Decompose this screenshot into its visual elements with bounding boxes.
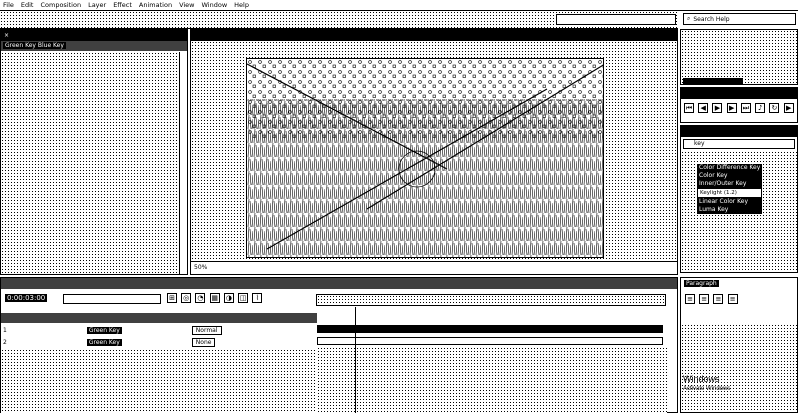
time-ruler[interactable] [316,294,666,306]
layer-name[interactable]: Green Key [86,338,122,346]
layer-columns-header [1,313,317,323]
layer-tracks [317,307,667,413]
menu-help[interactable]: Help [234,1,249,9]
footage-preview[interactable] [246,58,604,258]
preview-panel-tab[interactable] [681,88,797,99]
prev-frame-icon[interactable]: ◀ [698,103,709,113]
first-frame-icon[interactable]: ⏮ [684,103,694,113]
timeline-search-input[interactable] [63,294,161,304]
timeline-panel: 0:00:03:00 ⊞ ◎ ◔ ▦ ◑ ◫ ⌇ 1 Green Key Nor… [0,277,678,413]
paragraph-panel: Paragraph ≡ ≡ ≡ ≡ Windows Activate Windo… [680,277,798,413]
timecode[interactable]: 0:00:03:00 [5,294,48,302]
layer-list: 1 Green Key Normal 2 Green Key None [1,313,317,413]
zoom-level[interactable]: 50% [194,264,207,271]
project-panel-tab[interactable]: × [1,30,187,41]
paragraph-align-controls: ≡ ≡ ≡ ≡ [685,294,740,304]
layer-mode[interactable]: Normal [191,325,222,335]
frame-blending-icon[interactable]: ▦ [209,293,220,303]
menu-bar: File Edit Composition Layer Effect Anima… [0,0,798,11]
close-icon[interactable]: × [4,32,9,39]
menu-edit[interactable]: Edit [21,1,34,9]
menu-composition[interactable]: Composition [40,1,81,9]
effects-items: Color Difference Key Color Key Inner/Out… [697,164,763,214]
layer-mode[interactable]: None [191,337,216,347]
timeline-switches: ⊞ ◎ ◔ ▦ ◑ ◫ ⌇ [167,293,264,303]
brainstorm-icon[interactable]: ◫ [238,293,249,303]
motion-blur-icon[interactable]: ◑ [223,293,234,303]
activate-windows-subtitle: Activate Windows [683,386,731,392]
search-help-input[interactable]: ⌕ Search Help [683,13,796,25]
effects-search-value: key [694,140,705,147]
last-frame-icon[interactable]: ⏭ [740,103,751,113]
project-content [1,52,187,274]
align-left-icon[interactable]: ≡ [685,294,695,304]
timeline-panel-tab[interactable] [1,278,677,289]
current-time-indicator[interactable] [355,307,356,413]
info-panel [680,29,798,85]
composition-panel: 50% [190,29,678,275]
next-frame-icon[interactable]: ▶ [726,103,737,113]
effect-item-selected[interactable]: Keylight (1.2) [697,188,763,198]
grass-footage-image [247,59,603,257]
effect-item[interactable]: Linear Color Key [697,198,763,206]
timeline-header: 0:00:03:00 ⊞ ◎ ◔ ▦ ◑ ◫ ⌇ [1,289,677,313]
layer-name[interactable]: Green Key [86,326,122,334]
project-item[interactable]: Green Key Blue Key [3,42,66,49]
effect-item[interactable]: Luma Key [697,206,763,214]
search-icon: ⌕ [687,15,691,22]
menu-file[interactable]: File [3,1,14,9]
align-right-icon[interactable]: ≡ [713,294,724,304]
paragraph-panel-tab[interactable]: Paragraph [681,278,797,289]
play-icon[interactable]: ▶ [712,103,723,113]
project-panel: × Green Key Blue Key [0,29,188,275]
info-highlight [683,78,743,84]
effect-item[interactable]: Color Difference Key [697,164,763,172]
preview-controls: ⏮ ◀ ▶ ▶ ⏭ ♪ ↻ ▶ [684,103,796,113]
layer-bar[interactable] [317,325,663,333]
layer-row[interactable]: 1 Green Key Normal [1,325,317,335]
menu-layer[interactable]: Layer [88,1,106,9]
align-center-icon[interactable]: ≡ [699,294,710,304]
effects-search-input[interactable]: key [683,139,795,149]
effect-item[interactable]: Color Key [697,172,763,180]
preview-panel: ⏮ ◀ ▶ ▶ ⏭ ♪ ↻ ▶ [680,87,798,123]
menu-window[interactable]: Window [202,1,228,9]
menu-view[interactable]: View [179,1,194,9]
layer-bar[interactable] [317,337,663,345]
justify-icon[interactable]: ≡ [727,294,738,304]
menu-effect[interactable]: Effect [113,1,132,9]
tools-toolbar [0,11,678,29]
info-panel-body [681,30,797,84]
project-scrollbar[interactable] [179,52,187,274]
workspace-selector[interactable] [556,14,676,25]
layer-number: 1 [3,326,7,334]
graph-editor-icon[interactable]: ⌇ [252,293,263,303]
ram-preview-icon[interactable]: ▶ [783,103,794,113]
paragraph-panel-body [681,324,797,412]
composition-footer-bar: 50% [191,261,677,274]
tracks-empty [317,347,667,413]
effect-item[interactable]: Inner/Outer Key [697,180,763,188]
layer-number: 2 [3,338,7,346]
composition-panel-tab[interactable] [191,30,677,41]
activate-windows-title: Windows [683,374,720,384]
layer-list-empty [1,349,317,413]
layer-row[interactable]: 2 Green Key None [1,337,317,347]
audio-icon[interactable]: ♪ [755,103,766,113]
comp-mini-flowchart-icon[interactable]: ⊞ [167,293,177,303]
shy-icon[interactable]: ◔ [195,293,206,303]
menu-animation[interactable]: Animation [139,1,172,9]
effects-presets-panel: key Color Difference Key Color Key Inner… [680,125,798,273]
loop-icon[interactable]: ↻ [769,103,780,113]
draft-3d-icon[interactable]: ◎ [181,293,192,303]
paragraph-tab-label[interactable]: Paragraph [684,280,719,287]
effects-panel-tab[interactable] [681,126,797,137]
search-help-placeholder: Search Help [693,15,730,23]
